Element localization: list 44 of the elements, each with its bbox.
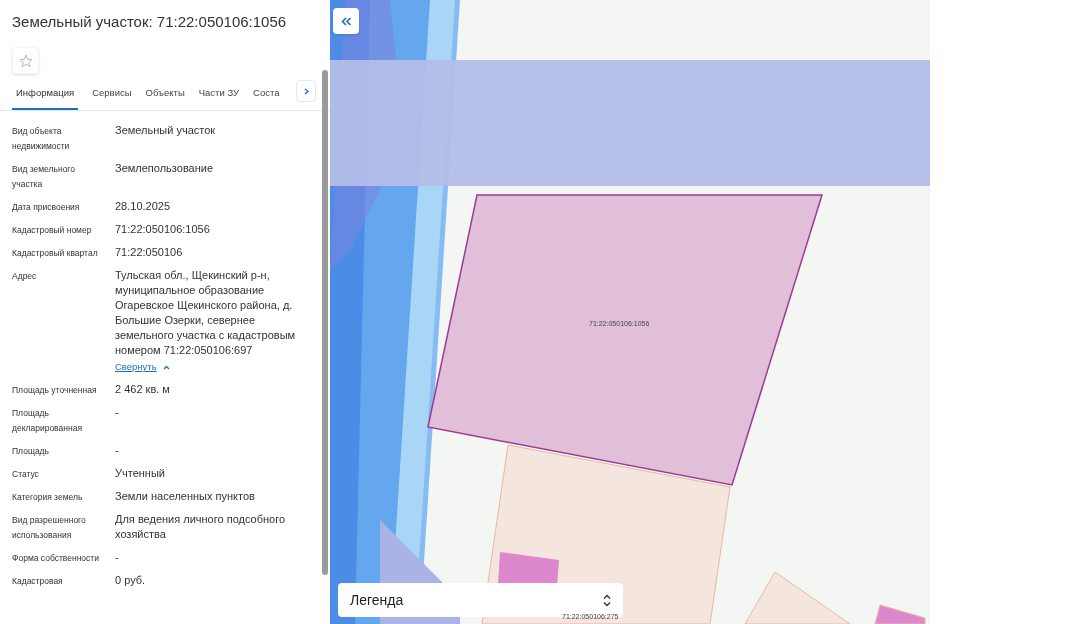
field-label: Площадь: [12, 444, 50, 458]
scrollbar[interactable]: [322, 70, 328, 575]
field-value: Для ведения личного подсобного хозяйства: [115, 511, 287, 542]
field-value: Тульская обл., Щекинский р-н, муниципальное образование Огаревское Щекинского района, д. Большие Озерки, севернее земельного участка с кадастровым номером 71:22:050106:697: [115, 268, 297, 359]
favorite-button[interactable]: [12, 47, 39, 74]
field-label: Вид земельного участка: [12, 163, 76, 192]
panel-title: Земельный участок: 71:22:050106:1056: [11, 12, 288, 32]
tab[interactable]: Информация: [12, 86, 79, 111]
field-value: Земли населенных пунктов: [115, 488, 255, 504]
star-icon: [18, 53, 33, 68]
field-label: Площадь уточненная: [12, 383, 98, 397]
field-label: Кадастровый номер: [12, 224, 93, 238]
field-value: 71:22:050106:1056: [115, 222, 210, 238]
field-value: -: [115, 442, 119, 458]
tab[interactable]: Объекты: [145, 86, 185, 111]
field-label: Кадастровый квартал: [12, 247, 99, 261]
collapse-panel-button[interactable]: [333, 8, 359, 34]
field-value: 2 462 кв. м: [115, 381, 170, 397]
double-chevron-left-icon: [340, 16, 352, 26]
tab[interactable]: Части ЗУ: [198, 86, 240, 111]
field-label: Категория земель: [12, 490, 84, 504]
chevron-up-icon: [162, 364, 170, 370]
field-label: Вид разрешенного использования: [12, 513, 87, 542]
field-label: Вид объекта недвижимости: [12, 125, 71, 154]
field-value: Учтенный: [115, 465, 165, 481]
field-label: Площадь декларированная: [12, 406, 83, 435]
field-label: Кадастровая: [12, 574, 64, 588]
field-value: Землепользование: [115, 161, 214, 177]
field-value: 0 руб.: [115, 572, 146, 588]
up-down-chevron-icon: [603, 593, 611, 607]
field-value: 28.10.2025: [115, 199, 171, 215]
tab[interactable]: Сервисы: [92, 86, 132, 111]
chevron-right-icon: [303, 87, 309, 95]
field-value: -: [115, 549, 119, 565]
field-label: Дата присвоения: [12, 201, 81, 215]
field-value: -: [115, 404, 119, 420]
next-tab-button[interactable]: [296, 80, 316, 102]
field-label: Форма собственности: [12, 551, 100, 565]
field-label: Статус: [12, 467, 40, 481]
field-label: Адрес: [12, 270, 38, 284]
collapse-link[interactable]: Свернуть: [115, 360, 170, 375]
field-value: Земельный участок: [115, 123, 216, 139]
tab[interactable]: Соста: [253, 86, 280, 111]
field-value: 71:22:050106: [115, 245, 183, 261]
